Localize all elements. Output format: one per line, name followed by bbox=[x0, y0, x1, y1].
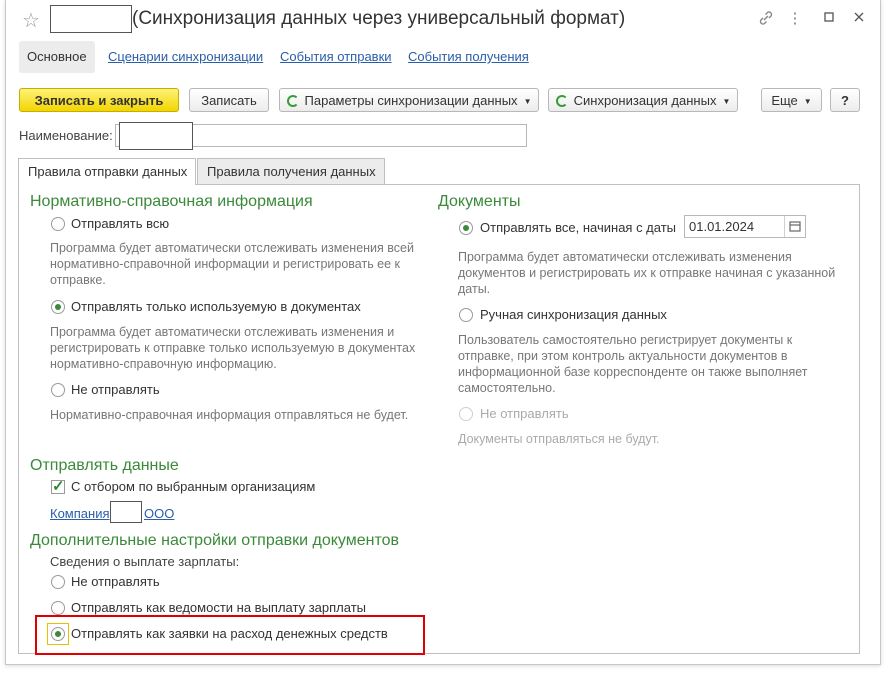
star-icon[interactable]: ☆ bbox=[22, 8, 40, 33]
name-input[interactable] bbox=[115, 122, 527, 150]
chevron-down-icon: ▼ bbox=[523, 96, 532, 106]
documents-date-value: 01.01.2024 bbox=[689, 219, 755, 234]
highlight-box bbox=[35, 615, 425, 655]
reference-dont-send-label[interactable]: Не отправлять bbox=[71, 382, 160, 397]
sync-data-button[interactable]: Синхронизация данных ▼ bbox=[548, 88, 738, 112]
filter-organizations-label[interactable]: С отбором по выбранным организациям bbox=[71, 479, 315, 494]
company-link-prefix[interactable]: Компания bbox=[50, 506, 110, 521]
reference-send-used-desc: Программа будет автоматически отслеживат… bbox=[50, 325, 416, 371]
reference-send-used-label[interactable]: Отправлять только используемую в докумен… bbox=[71, 299, 361, 314]
documents-dont-send-desc: Документы отправляться не будут. bbox=[458, 432, 660, 446]
close-icon[interactable] bbox=[850, 10, 868, 28]
documents-manual-sync-radio[interactable] bbox=[459, 308, 473, 322]
documents-dont-send-radio bbox=[459, 407, 473, 421]
salary-dont-send-radio[interactable] bbox=[51, 575, 65, 589]
chevron-down-icon: ▼ bbox=[803, 96, 812, 106]
reference-send-all-label[interactable]: Отправлять всю bbox=[71, 216, 169, 231]
tab-send-rules[interactable]: Правила отправки данных bbox=[18, 158, 196, 185]
extra-section-title: Дополнительные настройки отправки докуме… bbox=[30, 532, 400, 549]
name-label: Наименование: bbox=[19, 128, 113, 143]
chevron-down-icon: ▼ bbox=[722, 96, 731, 106]
window-title: (Синхронизация данных через универсальны… bbox=[132, 8, 626, 29]
name-redacted bbox=[119, 122, 193, 150]
salary-statements-label[interactable]: Отправлять как ведомости на выплату зарп… bbox=[71, 600, 366, 615]
reference-dont-send-desc: Нормативно-справочная информация отправл… bbox=[50, 408, 409, 422]
maximize-icon[interactable] bbox=[820, 10, 838, 28]
salary-dont-send-label[interactable]: Не отправлять bbox=[71, 574, 160, 589]
reference-send-all-desc: Программа будет автоматически отслеживат… bbox=[50, 241, 414, 287]
documents-dont-send-label: Не отправлять bbox=[480, 406, 569, 421]
reference-send-all-radio[interactable] bbox=[51, 217, 65, 231]
salary-label: Сведения о выплате зарплаты: bbox=[50, 554, 240, 569]
link-icon[interactable] bbox=[757, 10, 775, 28]
tab-receive-events[interactable]: События получения bbox=[408, 41, 529, 73]
tab-receive-rules[interactable]: Правила получения данных bbox=[197, 158, 385, 184]
documents-send-from-date-radio[interactable] bbox=[459, 221, 473, 235]
documents-section-title: Документы bbox=[438, 193, 521, 210]
calendar-icon[interactable] bbox=[784, 216, 805, 237]
salary-statements-radio[interactable] bbox=[51, 601, 65, 615]
documents-date-input[interactable]: 01.01.2024 bbox=[684, 215, 806, 238]
more-icon[interactable]: ⋮ bbox=[786, 10, 804, 28]
documents-manual-sync-label[interactable]: Ручная синхронизация данных bbox=[480, 307, 667, 322]
documents-send-from-date-desc: Программа будет автоматически отслеживат… bbox=[458, 250, 836, 296]
save-and-close-button[interactable]: Записать и закрыть bbox=[19, 88, 179, 112]
tab-main[interactable]: Основное bbox=[19, 41, 95, 73]
sync-params-button[interactable]: Параметры синхронизации данных ▼ bbox=[279, 88, 539, 112]
more-button[interactable]: Еще ▼ bbox=[761, 88, 822, 112]
documents-manual-sync-desc: Пользователь самостоятельно регистрирует… bbox=[458, 333, 808, 395]
sync-data-label: Синхронизация данных bbox=[573, 93, 717, 108]
company-link-suffix[interactable]: ООО bbox=[144, 506, 174, 521]
company-redacted bbox=[110, 501, 142, 523]
sync-params-icon bbox=[286, 95, 299, 107]
reference-section-title: Нормативно-справочная информация bbox=[30, 193, 313, 210]
save-button[interactable]: Записать bbox=[189, 88, 269, 112]
tab-send-events[interactable]: События отправки bbox=[280, 41, 392, 73]
reference-send-used-radio[interactable] bbox=[51, 300, 65, 314]
title-bar: ☆ (Синхронизация данных через универсаль… bbox=[6, 0, 880, 38]
tab-sync-scenarios[interactable]: Сценарии синхронизации bbox=[108, 41, 263, 73]
sync-data-icon bbox=[555, 95, 568, 107]
more-label: Еще bbox=[771, 93, 798, 108]
sync-params-label: Параметры синхронизации данных bbox=[304, 93, 518, 108]
help-button[interactable]: ? bbox=[830, 88, 860, 112]
reference-dont-send-radio[interactable] bbox=[51, 383, 65, 397]
documents-send-from-date-label[interactable]: Отправлять все, начиная с даты bbox=[480, 220, 676, 235]
title-redacted-name bbox=[50, 5, 132, 33]
send-data-section-title: Отправлять данные bbox=[30, 457, 179, 474]
filter-organizations-checkbox[interactable]: ✓ bbox=[51, 479, 65, 494]
